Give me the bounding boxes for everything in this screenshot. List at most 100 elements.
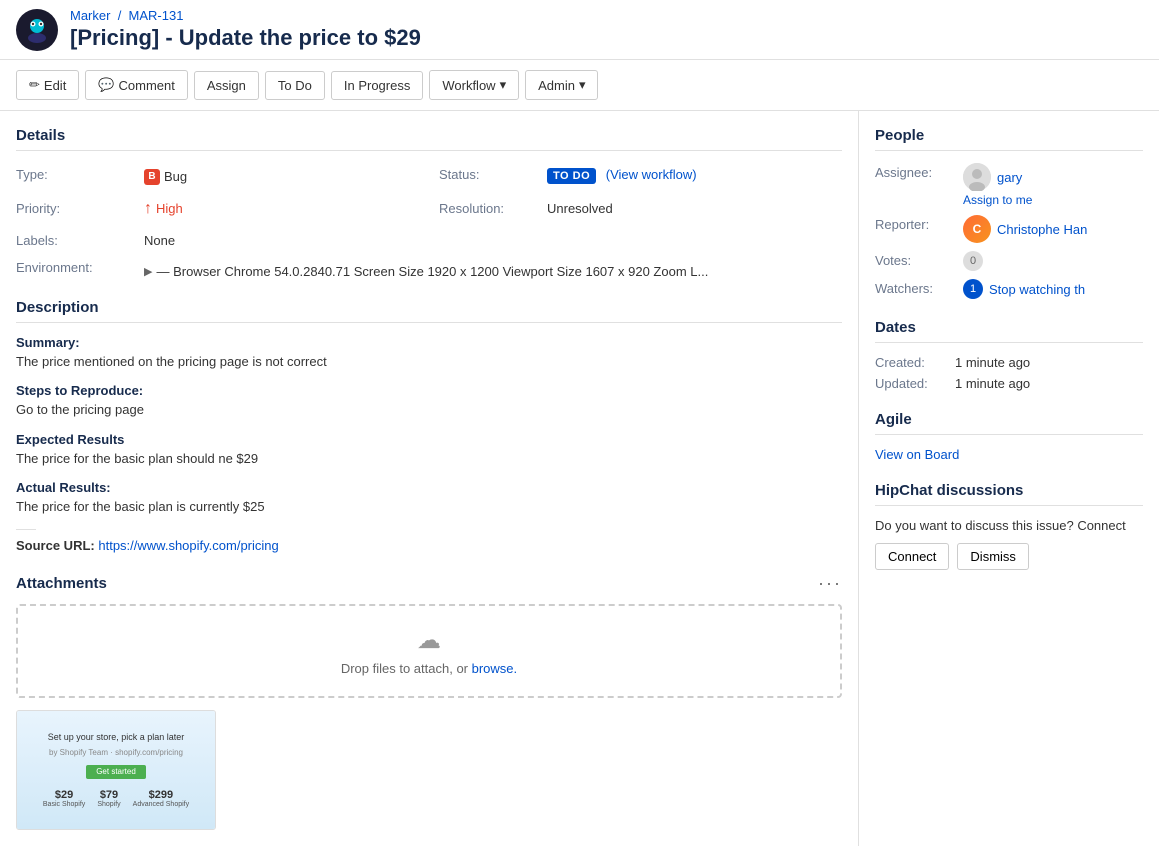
reporter-name: Christophe Han [997,222,1087,237]
drop-zone-text: Drop files to attach, or browse. [38,661,820,676]
assignee-label: Assignee: [875,163,955,180]
updated-value: 1 minute ago [955,376,1030,391]
attachments-title: Attachments [16,575,107,592]
connect-button[interactable]: Connect [875,543,949,570]
priority-arrow-icon: ↑ [144,201,152,217]
steps-block: Steps to Reproduce: Go to the pricing pa… [16,383,842,420]
view-on-board-link[interactable]: View on Board [875,447,1143,462]
watchers-badge: 1 [963,279,983,299]
issue-title: [Pricing] - Update the price to $29 [70,25,421,51]
people-section: People Assignee: gary As [875,127,1143,299]
admin-button[interactable]: Admin ▾ [525,70,598,100]
reporter-row: Reporter: C Christophe Han [875,215,1143,243]
agile-section-title: Agile [875,411,1143,435]
summary-text: The price mentioned on the pricing page … [16,352,842,372]
dates-section: Dates Created: 1 minute ago Updated: 1 m… [875,319,1143,391]
actual-text: The price for the basic plan is currentl… [16,497,842,517]
app-header: Marker / MAR-131 [Pricing] - Update the … [0,0,1159,60]
actual-label: Actual Results: [16,480,842,495]
created-label: Created: [875,355,955,370]
people-section-title: People [875,127,1143,151]
source-label: Source URL: [16,538,95,553]
created-value: 1 minute ago [955,355,1030,370]
admin-chevron-icon: ▾ [579,77,586,93]
votes-row: Votes: 0 [875,251,1143,271]
breadcrumb-project[interactable]: Marker [70,8,110,23]
hipchat-section-title: HipChat discussions [875,482,1143,506]
env-label: Environment: [16,260,136,283]
expected-label: Expected Results [16,432,842,447]
more-options-icon[interactable]: ··· [818,573,842,594]
assignee-row: Assignee: gary Assign to me [875,163,1143,207]
app-logo [16,9,58,51]
updated-label: Updated: [875,376,955,391]
expected-block: Expected Results The price for the basic… [16,432,842,469]
in-progress-button[interactable]: In Progress [331,71,423,100]
summary-block: Summary: The price mentioned on the pric… [16,335,842,372]
view-workflow-link[interactable]: (View workflow) [606,167,697,182]
assignee-avatar [963,163,991,191]
dismiss-button[interactable]: Dismiss [957,543,1029,570]
bug-icon: B [144,169,160,185]
hipchat-buttons: Connect Dismiss [875,543,1143,570]
workflow-chevron-icon: ▾ [500,77,507,93]
agile-section: Agile View on Board [875,411,1143,462]
assign-to-me-link[interactable]: Assign to me [963,193,1032,207]
priority-value: ↑ High [136,197,439,221]
assign-button[interactable]: Assign [194,71,259,100]
attachment-thumbnail[interactable]: Set up your store, pick a plan later by … [16,710,216,830]
labels-value: None [136,229,439,252]
thumb-cta: Get started [86,765,146,779]
created-row: Created: 1 minute ago [875,355,1143,370]
description-section: Description Summary: The price mentioned… [16,299,842,553]
browse-link[interactable]: browse. [472,661,518,676]
hipchat-section: HipChat discussions Do you want to discu… [875,482,1143,570]
toolbar: ✏ Edit 💬 Comment Assign To Do In Progres… [0,60,1159,111]
hipchat-description: Do you want to discuss this issue? Conne… [875,518,1143,533]
updated-row: Updated: 1 minute ago [875,376,1143,391]
expected-text: The price for the basic plan should ne $… [16,449,842,469]
thumb-subtitle: by Shopify Team · shopify.com/pricing [49,748,183,757]
drop-zone[interactable]: ☁ Drop files to attach, or browse. [16,604,842,698]
details-section-title: Details [16,127,842,151]
edit-button[interactable]: ✏ Edit [16,70,79,100]
content-area: Details Type: B Bug Status: TO DO (View … [0,111,859,846]
steps-text: Go to the pricing page [16,400,842,420]
env-chevron-icon: ▶ [144,265,152,278]
attachments-section: Attachments ··· ☁ Drop files to attach, … [16,573,842,830]
status-label: Status: [439,163,539,189]
description-section-title: Description [16,299,842,323]
edit-icon: ✏ [29,77,40,93]
resolution-label: Resolution: [439,197,539,221]
votes-badge: 0 [963,251,983,271]
breadcrumb-separator: / [118,8,122,23]
resolution-value: Unresolved [539,197,842,221]
sidebar: People Assignee: gary As [859,111,1159,846]
stop-watching-link[interactable]: Stop watching th [989,282,1085,297]
votes-label: Votes: [875,251,955,268]
watchers-row: Watchers: 1 Stop watching th [875,279,1143,299]
breadcrumb-issue-id[interactable]: MAR-131 [129,8,184,23]
comment-button[interactable]: 💬 Comment [85,70,188,100]
thumb-stats: $29 Basic Shopify $79 Shopify $299 Advan… [43,789,189,808]
main-layout: Details Type: B Bug Status: TO DO (View … [0,111,1159,846]
summary-label: Summary: [16,335,842,350]
reporter-label: Reporter: [875,215,955,232]
actual-block: Actual Results: The price for the basic … [16,480,842,517]
source-url-row: Source URL: https://www.shopify.com/pric… [16,538,842,553]
breadcrumb: Marker / MAR-131 [70,8,421,23]
workflow-button[interactable]: Workflow ▾ [429,70,519,100]
type-value: B Bug [136,163,439,189]
divider [16,529,36,530]
todo-button[interactable]: To Do [265,71,325,100]
type-label: Type: [16,163,136,189]
source-url-link[interactable]: https://www.shopify.com/pricing [98,538,278,553]
labels-label: Labels: [16,229,136,252]
reporter-avatar: C [963,215,991,243]
thumb-title: Set up your store, pick a plan later [48,732,185,742]
priority-label: Priority: [16,197,136,221]
assignee-name: gary [997,170,1022,185]
attachments-header: Attachments ··· [16,573,842,594]
comment-icon: 💬 [98,77,114,93]
details-grid: Type: B Bug Status: TO DO (View workflow… [16,163,842,283]
